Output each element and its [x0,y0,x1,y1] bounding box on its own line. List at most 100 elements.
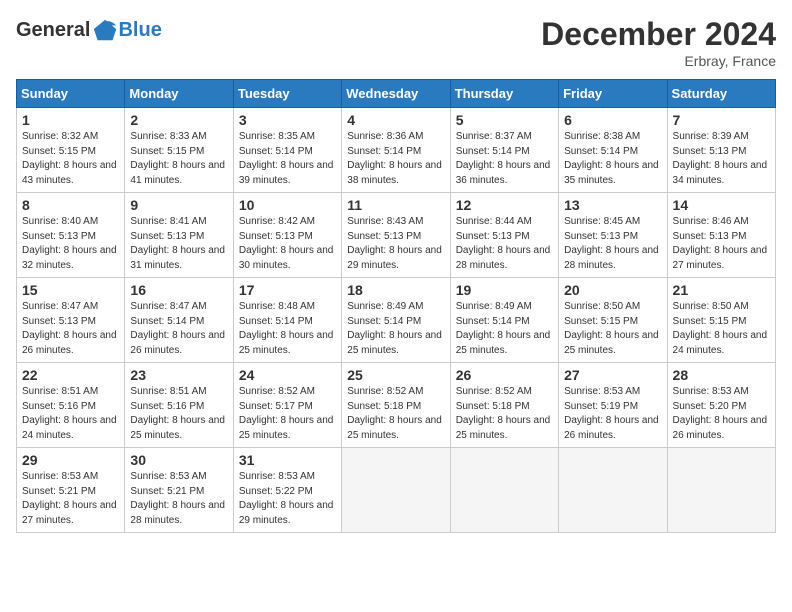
day-number: 12 [456,197,553,213]
day-info: Sunrise: 8:45 AMSunset: 5:13 PMDaylight:… [564,215,661,273]
day-number: 19 [456,282,553,298]
calendar-cell: 17 Sunrise: 8:48 AMSunset: 5:14 PMDaylig… [233,278,341,363]
calendar-cell: 13 Sunrise: 8:45 AMSunset: 5:13 PMDaylig… [559,193,667,278]
location: Erbray, France [541,53,776,69]
day-number: 24 [239,367,336,383]
day-info: Sunrise: 8:52 AMSunset: 5:17 PMDaylight:… [239,385,336,443]
calendar-cell: 6 Sunrise: 8:38 AMSunset: 5:14 PMDayligh… [559,108,667,193]
calendar-cell: 27 Sunrise: 8:53 AMSunset: 5:19 PMDaylig… [559,363,667,448]
day-info: Sunrise: 8:53 AMSunset: 5:21 PMDaylight:… [130,470,227,528]
logo: General Blue [16,16,162,44]
day-number: 30 [130,452,227,468]
calendar-cell: 8 Sunrise: 8:40 AMSunset: 5:13 PMDayligh… [17,193,125,278]
day-info: Sunrise: 8:47 AMSunset: 5:13 PMDaylight:… [22,300,119,358]
calendar-cell [667,448,775,533]
day-info: Sunrise: 8:40 AMSunset: 5:13 PMDaylight:… [22,215,119,273]
day-number: 10 [239,197,336,213]
calendar-cell: 20 Sunrise: 8:50 AMSunset: 5:15 PMDaylig… [559,278,667,363]
calendar-cell: 24 Sunrise: 8:52 AMSunset: 5:17 PMDaylig… [233,363,341,448]
day-number: 23 [130,367,227,383]
calendar-cell [450,448,558,533]
day-number: 27 [564,367,661,383]
calendar-cell: 4 Sunrise: 8:36 AMSunset: 5:14 PMDayligh… [342,108,450,193]
calendar-cell: 10 Sunrise: 8:42 AMSunset: 5:13 PMDaylig… [233,193,341,278]
day-number: 25 [347,367,444,383]
day-info: Sunrise: 8:33 AMSunset: 5:15 PMDaylight:… [130,130,227,188]
calendar-cell: 25 Sunrise: 8:52 AMSunset: 5:18 PMDaylig… [342,363,450,448]
day-info: Sunrise: 8:52 AMSunset: 5:18 PMDaylight:… [347,385,444,443]
day-number: 4 [347,112,444,128]
calendar-week-row: 1 Sunrise: 8:32 AMSunset: 5:15 PMDayligh… [17,108,776,193]
logo-general-text: General [16,19,90,42]
day-info: Sunrise: 8:50 AMSunset: 5:15 PMDaylight:… [564,300,661,358]
day-number: 11 [347,197,444,213]
calendar-week-row: 8 Sunrise: 8:40 AMSunset: 5:13 PMDayligh… [17,193,776,278]
calendar-cell: 15 Sunrise: 8:47 AMSunset: 5:13 PMDaylig… [17,278,125,363]
day-number: 6 [564,112,661,128]
day-info: Sunrise: 8:46 AMSunset: 5:13 PMDaylight:… [673,215,770,273]
col-tuesday: Tuesday [233,80,341,108]
col-friday: Friday [559,80,667,108]
col-sunday: Sunday [17,80,125,108]
calendar-cell: 19 Sunrise: 8:49 AMSunset: 5:14 PMDaylig… [450,278,558,363]
calendar-cell: 16 Sunrise: 8:47 AMSunset: 5:14 PMDaylig… [125,278,233,363]
day-info: Sunrise: 8:51 AMSunset: 5:16 PMDaylight:… [22,385,119,443]
day-number: 8 [22,197,119,213]
day-number: 3 [239,112,336,128]
day-number: 14 [673,197,770,213]
day-number: 13 [564,197,661,213]
calendar-cell: 5 Sunrise: 8:37 AMSunset: 5:14 PMDayligh… [450,108,558,193]
day-number: 18 [347,282,444,298]
day-info: Sunrise: 8:51 AMSunset: 5:16 PMDaylight:… [130,385,227,443]
header-row: Sunday Monday Tuesday Wednesday Thursday… [17,80,776,108]
logo-icon [92,16,120,44]
day-number: 15 [22,282,119,298]
calendar-cell: 2 Sunrise: 8:33 AMSunset: 5:15 PMDayligh… [125,108,233,193]
calendar-cell: 3 Sunrise: 8:35 AMSunset: 5:14 PMDayligh… [233,108,341,193]
calendar-cell [559,448,667,533]
day-number: 28 [673,367,770,383]
calendar-cell: 11 Sunrise: 8:43 AMSunset: 5:13 PMDaylig… [342,193,450,278]
calendar-cell: 12 Sunrise: 8:44 AMSunset: 5:13 PMDaylig… [450,193,558,278]
day-info: Sunrise: 8:49 AMSunset: 5:14 PMDaylight:… [347,300,444,358]
calendar-cell: 14 Sunrise: 8:46 AMSunset: 5:13 PMDaylig… [667,193,775,278]
col-monday: Monday [125,80,233,108]
month-title: December 2024 [541,16,776,53]
day-number: 7 [673,112,770,128]
calendar-cell: 21 Sunrise: 8:50 AMSunset: 5:15 PMDaylig… [667,278,775,363]
day-info: Sunrise: 8:35 AMSunset: 5:14 PMDaylight:… [239,130,336,188]
day-info: Sunrise: 8:37 AMSunset: 5:14 PMDaylight:… [456,130,553,188]
day-info: Sunrise: 8:44 AMSunset: 5:13 PMDaylight:… [456,215,553,273]
calendar-cell: 22 Sunrise: 8:51 AMSunset: 5:16 PMDaylig… [17,363,125,448]
calendar-cell: 7 Sunrise: 8:39 AMSunset: 5:13 PMDayligh… [667,108,775,193]
col-wednesday: Wednesday [342,80,450,108]
day-number: 31 [239,452,336,468]
calendar-cell: 26 Sunrise: 8:52 AMSunset: 5:18 PMDaylig… [450,363,558,448]
day-number: 16 [130,282,227,298]
day-number: 29 [22,452,119,468]
calendar-cell: 31 Sunrise: 8:53 AMSunset: 5:22 PMDaylig… [233,448,341,533]
day-info: Sunrise: 8:36 AMSunset: 5:14 PMDaylight:… [347,130,444,188]
col-thursday: Thursday [450,80,558,108]
day-info: Sunrise: 8:48 AMSunset: 5:14 PMDaylight:… [239,300,336,358]
day-info: Sunrise: 8:32 AMSunset: 5:15 PMDaylight:… [22,130,119,188]
day-number: 9 [130,197,227,213]
day-info: Sunrise: 8:39 AMSunset: 5:13 PMDaylight:… [673,130,770,188]
calendar-cell: 18 Sunrise: 8:49 AMSunset: 5:14 PMDaylig… [342,278,450,363]
calendar-cell: 23 Sunrise: 8:51 AMSunset: 5:16 PMDaylig… [125,363,233,448]
day-number: 21 [673,282,770,298]
day-info: Sunrise: 8:50 AMSunset: 5:15 PMDaylight:… [673,300,770,358]
day-info: Sunrise: 8:41 AMSunset: 5:13 PMDaylight:… [130,215,227,273]
day-info: Sunrise: 8:53 AMSunset: 5:19 PMDaylight:… [564,385,661,443]
title-section: December 2024 Erbray, France [541,16,776,69]
day-info: Sunrise: 8:53 AMSunset: 5:22 PMDaylight:… [239,470,336,528]
day-info: Sunrise: 8:49 AMSunset: 5:14 PMDaylight:… [456,300,553,358]
calendar-week-row: 22 Sunrise: 8:51 AMSunset: 5:16 PMDaylig… [17,363,776,448]
calendar-week-row: 29 Sunrise: 8:53 AMSunset: 5:21 PMDaylig… [17,448,776,533]
day-number: 20 [564,282,661,298]
day-info: Sunrise: 8:42 AMSunset: 5:13 PMDaylight:… [239,215,336,273]
day-number: 1 [22,112,119,128]
day-info: Sunrise: 8:52 AMSunset: 5:18 PMDaylight:… [456,385,553,443]
day-info: Sunrise: 8:43 AMSunset: 5:13 PMDaylight:… [347,215,444,273]
calendar-cell [342,448,450,533]
